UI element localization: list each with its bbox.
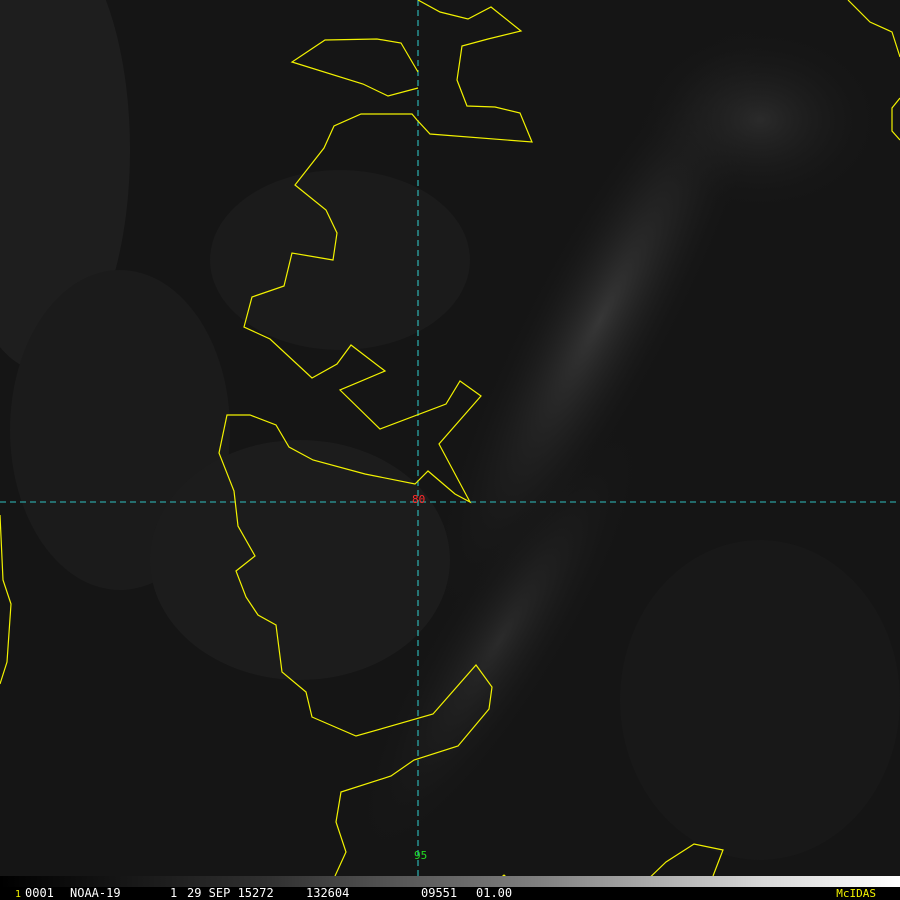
longitude-label: 95 — [414, 849, 428, 862]
resolution-value: 01.00 — [476, 886, 513, 900]
day-value: 1 — [170, 886, 178, 900]
frame-marker: 1 — [15, 889, 22, 900]
image-info-line: 1 0001 NOAA-19 1 29 SEP 15272 132604 095… — [0, 887, 900, 900]
frame-number: 0001 — [25, 886, 54, 900]
mcidas-brand: McIDAS — [836, 887, 876, 900]
date-value: 29 SEP 15272 — [187, 886, 274, 900]
latitude-label: 80 — [412, 493, 426, 506]
map-canvas — [0, 0, 900, 900]
time-value: 132604 — [306, 886, 350, 900]
status-bar: 1 0001 NOAA-19 1 29 SEP 15272 132604 095… — [0, 876, 900, 900]
satellite-name: NOAA-19 — [70, 886, 121, 900]
band-value: 09551 — [421, 886, 458, 900]
satellite-image-view: 80 95 1 0001 NOAA-19 1 29 SEP 15272 1326… — [0, 0, 900, 900]
